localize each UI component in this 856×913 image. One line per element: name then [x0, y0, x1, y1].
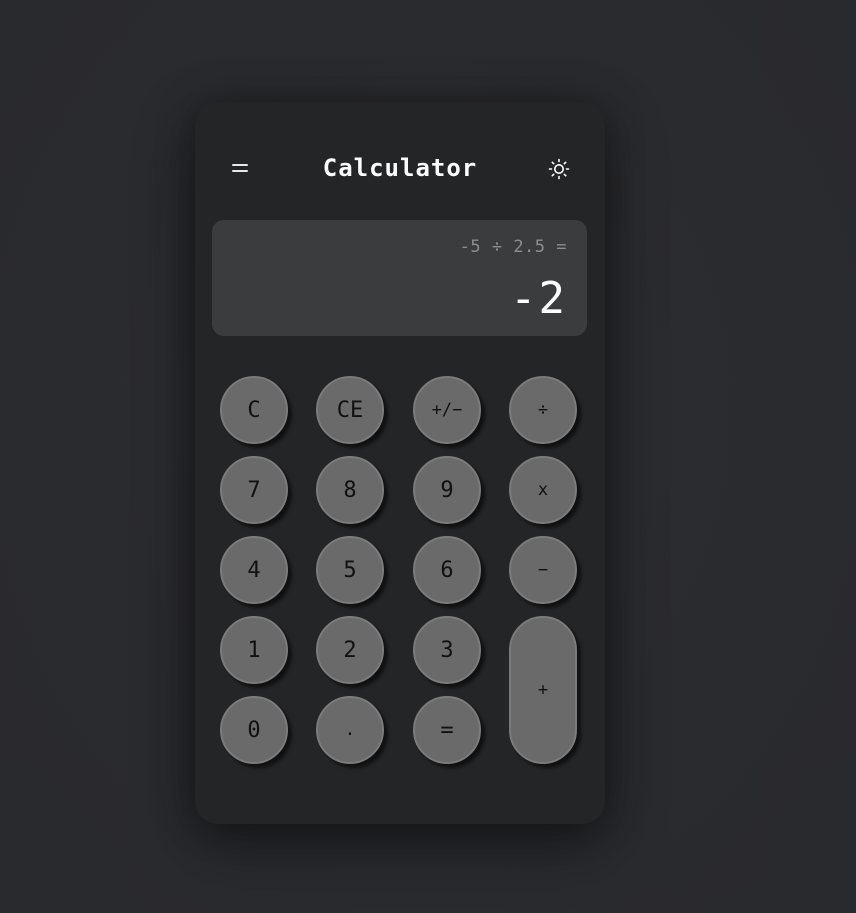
sun-icon[interactable]	[548, 158, 570, 180]
minus-button[interactable]: −	[509, 536, 577, 604]
decimal-button[interactable]: .	[316, 696, 384, 764]
digit-8-button[interactable]: 8	[316, 456, 384, 524]
app-title: Calculator	[322, 154, 478, 182]
digit-6-button[interactable]: 6	[413, 536, 481, 604]
clear-button[interactable]: C	[220, 376, 288, 444]
result-text: -2	[510, 273, 567, 324]
equals-button[interactable]: =	[413, 696, 481, 764]
digit-1-button[interactable]: 1	[220, 616, 288, 684]
calculator-panel: Calculator -5 ÷ 2.5 = -2 C CE +/− ÷ 7 8 …	[195, 102, 605, 824]
digit-0-button[interactable]: 0	[220, 696, 288, 764]
digit-2-button[interactable]: 2	[316, 616, 384, 684]
expression-text: -5 ÷ 2.5 =	[459, 237, 567, 257]
digit-5-button[interactable]: 5	[316, 536, 384, 604]
digit-7-button[interactable]: 7	[220, 456, 288, 524]
clear-entry-button[interactable]: CE	[316, 376, 384, 444]
multiply-button[interactable]: x	[509, 456, 577, 524]
digit-4-button[interactable]: 4	[220, 536, 288, 604]
digit-9-button[interactable]: 9	[413, 456, 481, 524]
header: Calculator	[195, 150, 605, 190]
digit-3-button[interactable]: 3	[413, 616, 481, 684]
negate-button[interactable]: +/−	[413, 376, 481, 444]
plus-button[interactable]: +	[509, 616, 577, 764]
display-screen: -5 ÷ 2.5 = -2	[212, 220, 587, 336]
page: Calculator -5 ÷ 2.5 = -2 C CE +/− ÷ 7 8 …	[0, 0, 856, 913]
divide-button[interactable]: ÷	[509, 376, 577, 444]
